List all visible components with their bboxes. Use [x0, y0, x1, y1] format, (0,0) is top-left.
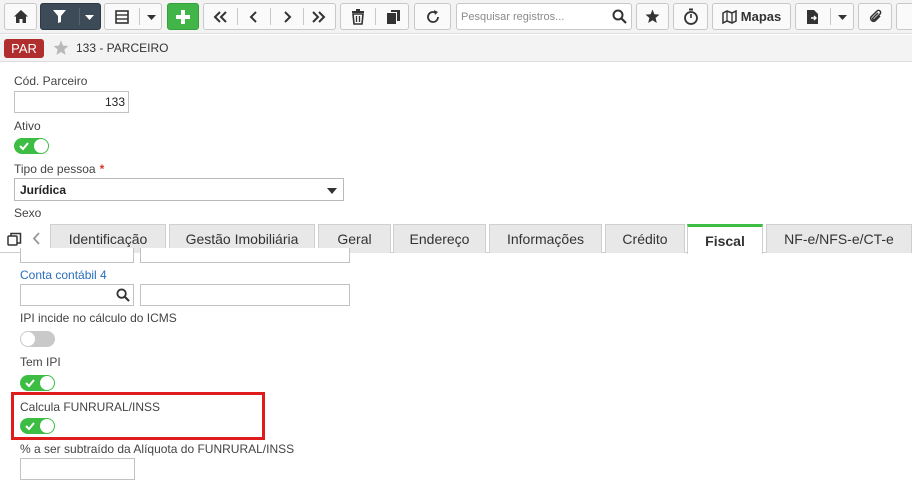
page-title: 133 - PARCEIRO: [76, 41, 169, 55]
attachment-button[interactable]: [858, 3, 892, 30]
chevron-down-icon[interactable]: [838, 15, 847, 20]
favorite-star-icon[interactable]: [53, 40, 69, 56]
previous-account-description[interactable]: [140, 248, 350, 263]
refresh-icon: [426, 9, 439, 23]
search-box[interactable]: [456, 3, 632, 30]
file-export-icon: [807, 10, 818, 24]
search-input[interactable]: [457, 4, 607, 29]
filter-icon: [53, 10, 66, 23]
copy-icon[interactable]: [386, 9, 401, 25]
first-record-icon[interactable]: [212, 10, 228, 24]
title-bar: PAR 133 - PARCEIRO: [0, 35, 912, 62]
chevron-down-icon[interactable]: [85, 15, 94, 20]
tipo-pessoa-select[interactable]: Jurídica: [14, 178, 344, 201]
check-icon: [25, 379, 35, 388]
tipo-pessoa-label-text: Tipo de pessoa: [14, 162, 96, 176]
add-record-button[interactable]: [167, 3, 199, 30]
next-record-icon[interactable]: [282, 10, 292, 24]
percent-funrural-label: % a ser subtraído da Alíquota do FUNRURA…: [20, 442, 295, 456]
search-icon[interactable]: [612, 9, 627, 24]
check-icon: [19, 142, 29, 151]
plus-icon: [176, 9, 190, 24]
navigation-group: [203, 3, 336, 30]
home-icon: [13, 10, 28, 23]
previous-account-field[interactable]: [20, 248, 134, 263]
tem-ipi-label: Tem IPI: [20, 355, 61, 369]
cod-parceiro-label: Cód. Parceiro: [14, 74, 88, 88]
grid-view-button[interactable]: [104, 3, 162, 30]
stopwatch-icon: [683, 8, 698, 25]
home-button[interactable]: [4, 3, 37, 30]
tab-nfe-nfse-cte[interactable]: NF-e/NFS-e/CT-e: [766, 224, 912, 253]
star-icon: [645, 9, 660, 23]
favorite-button[interactable]: [636, 3, 669, 30]
mapas-label: Mapas: [740, 9, 782, 24]
last-record-icon[interactable]: [311, 10, 327, 24]
tab-informacoes[interactable]: Informações: [489, 224, 602, 253]
timer-button[interactable]: [673, 3, 708, 30]
cod-parceiro-field[interactable]: 133: [14, 91, 129, 113]
highlight-box: [11, 392, 265, 440]
conta-contabil-4-description[interactable]: [140, 284, 350, 306]
tab-endereco[interactable]: Endereço: [393, 224, 486, 253]
previous-record-icon[interactable]: [249, 10, 259, 24]
chevron-left-icon[interactable]: [32, 232, 41, 245]
windows-icon[interactable]: [7, 232, 22, 247]
dropdown-arrow-icon: [327, 188, 337, 194]
sexo-label: Sexo: [14, 206, 42, 220]
record-actions-group: [340, 3, 409, 30]
ipi-icms-toggle[interactable]: [20, 331, 55, 347]
required-marker: *: [99, 162, 105, 176]
paperclip-icon: [869, 9, 881, 22]
ativo-label: Ativo: [14, 119, 41, 133]
tem-ipi-toggle[interactable]: [20, 375, 55, 391]
map-icon: [722, 9, 737, 24]
search-icon[interactable]: [116, 288, 130, 302]
trash-icon[interactable]: [351, 9, 365, 25]
ativo-toggle[interactable]: [14, 138, 49, 154]
entity-badge: PAR: [4, 39, 44, 58]
grid-icon: [115, 10, 129, 24]
more-button[interactable]: [896, 3, 912, 30]
tab-credito[interactable]: Crédito: [605, 224, 685, 253]
export-button[interactable]: [795, 3, 854, 30]
toolbar: Mapas: [0, 0, 912, 34]
tipo-pessoa-value: Jurídica: [20, 183, 67, 197]
conta-contabil-4-field[interactable]: [20, 284, 134, 306]
chevron-down-icon[interactable]: [147, 15, 156, 20]
refresh-button[interactable]: [414, 3, 451, 30]
tab-fiscal[interactable]: Fiscal: [687, 224, 763, 254]
percent-funrural-field[interactable]: [20, 458, 135, 480]
mapas-button[interactable]: Mapas: [712, 3, 791, 30]
tipo-pessoa-label: Tipo de pessoa *: [14, 162, 104, 176]
conta-contabil-4-label[interactable]: Conta contábil 4: [20, 268, 107, 282]
filter-button[interactable]: [40, 3, 101, 30]
ipi-icms-label: IPI incide no cálculo do ICMS: [20, 311, 177, 325]
